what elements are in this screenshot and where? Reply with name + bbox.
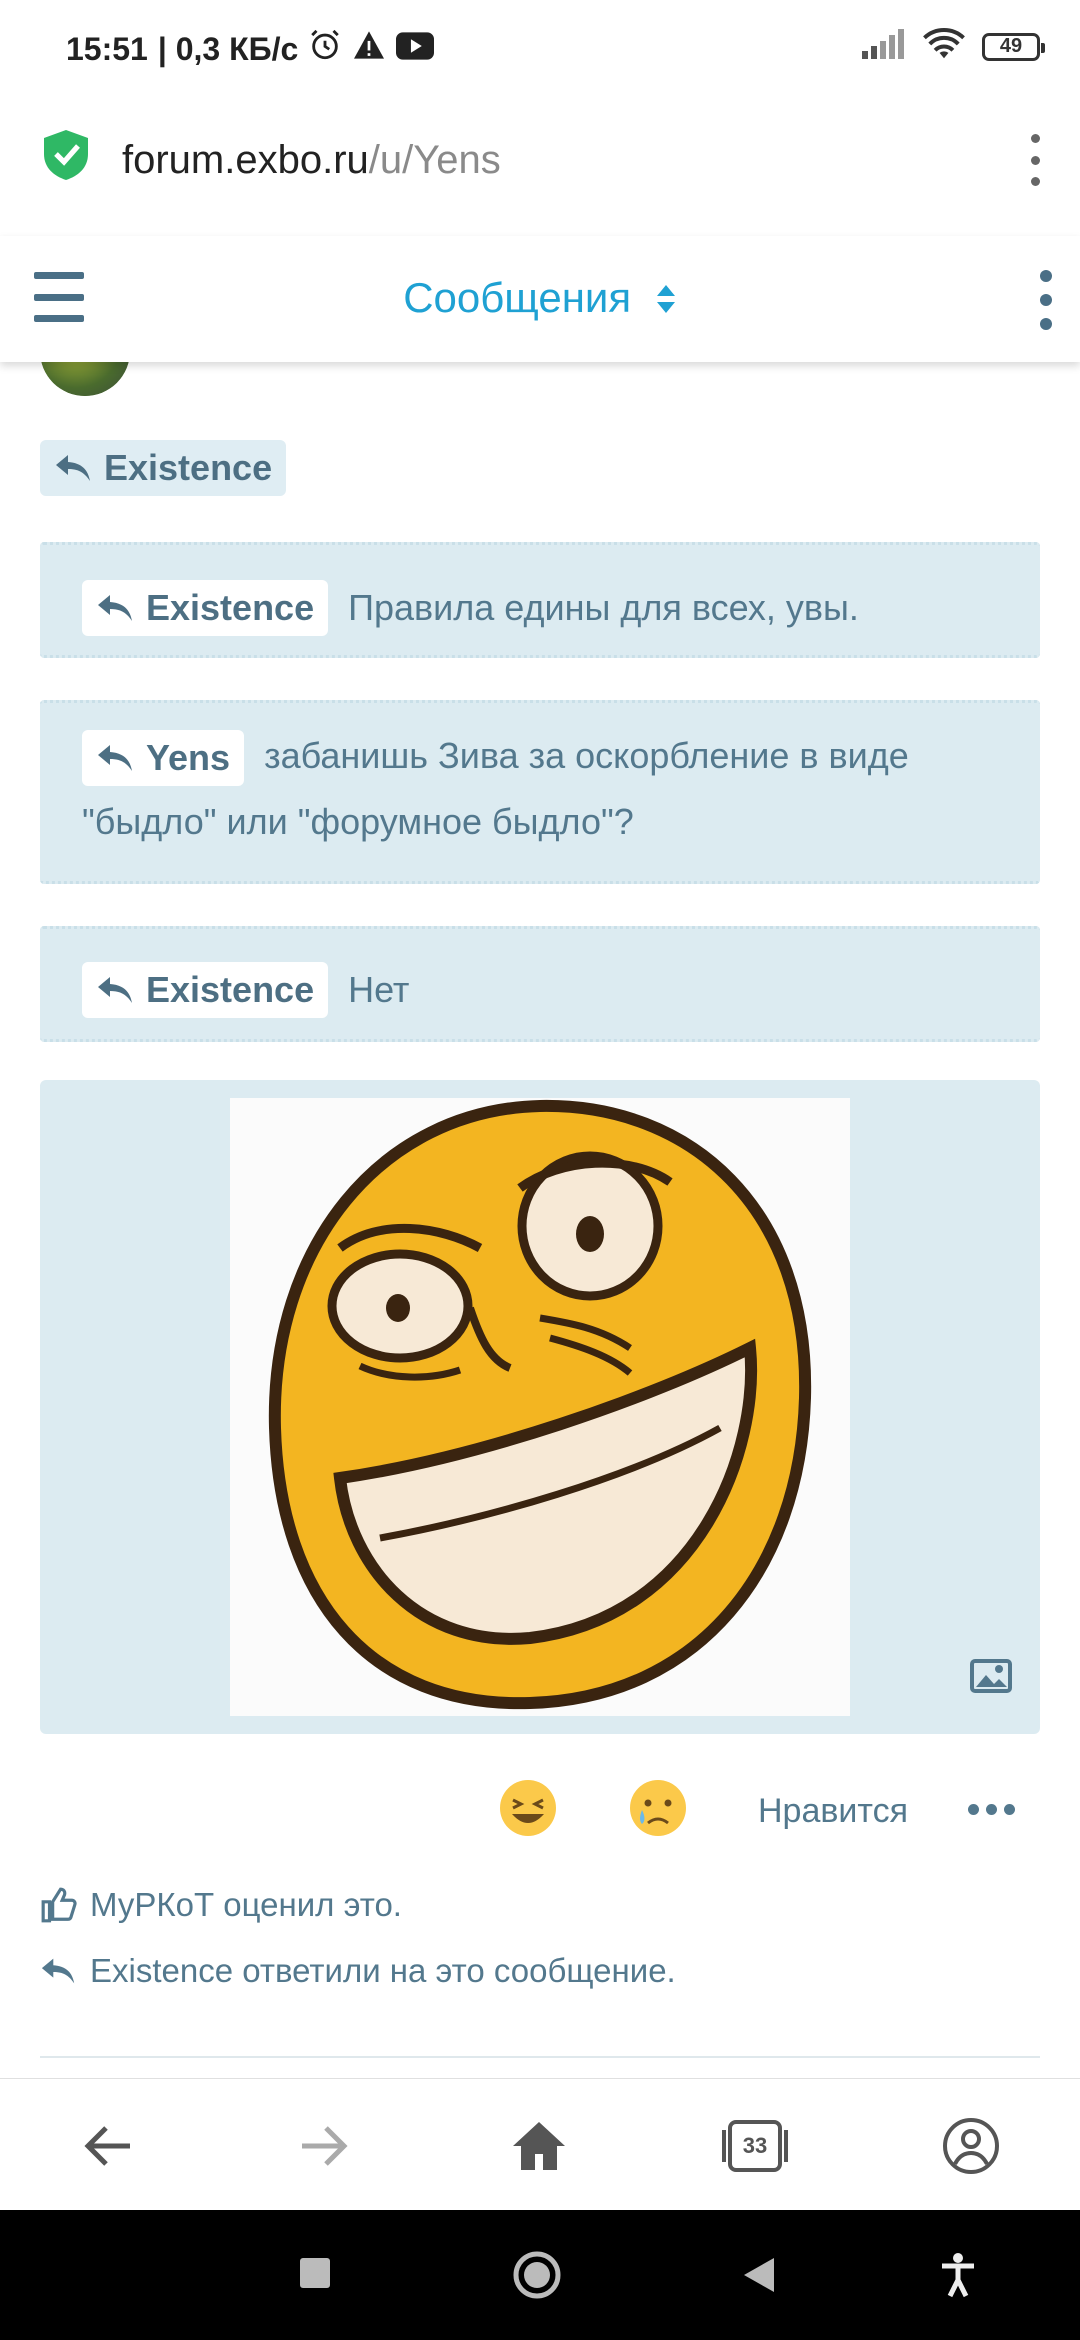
home-button[interactable] bbox=[506, 2113, 572, 2179]
reply-to-chip[interactable]: Existence bbox=[40, 440, 287, 496]
status-speed: | 0,3 КБ/с bbox=[157, 30, 299, 67]
signal-icon bbox=[862, 29, 906, 64]
quote-author: Yens bbox=[146, 737, 231, 779]
quote-paragraph: Yens забанишь Зива за оскорбление в виде… bbox=[82, 723, 1022, 855]
recents-button[interactable] bbox=[298, 2256, 332, 2295]
status-right: 49 bbox=[862, 28, 1045, 65]
status-time: 15:51 bbox=[66, 30, 148, 67]
section-title: Сообщения bbox=[403, 274, 632, 321]
square-icon bbox=[300, 2258, 330, 2288]
quote-block: Yens забанишь Зива за оскорбление в виде… bbox=[40, 700, 1040, 884]
url-path: /u/Yens bbox=[368, 138, 501, 182]
account-icon bbox=[943, 2118, 999, 2174]
quote-author-chip[interactable]: Existence bbox=[82, 962, 329, 1018]
sort-arrows-icon bbox=[655, 277, 677, 325]
reply-arrow-icon bbox=[98, 977, 132, 1003]
reply-author: Existence bbox=[104, 447, 273, 488]
replied-by-text[interactable]: Existence ответили на это сообщение. bbox=[90, 1952, 676, 1990]
arrow-left-icon bbox=[84, 2126, 130, 2166]
browser-menu-button[interactable] bbox=[1020, 130, 1050, 190]
divider bbox=[40, 2056, 1040, 2058]
thumbs-up-icon bbox=[41, 1887, 77, 1923]
quote-author: Existence bbox=[146, 969, 315, 1010]
arrow-right-icon bbox=[302, 2126, 348, 2166]
reply-arrow-icon bbox=[56, 455, 90, 481]
home-icon bbox=[513, 2122, 565, 2170]
status-left: 15:51 | 0,3 КБ/с bbox=[66, 28, 435, 70]
tabs-count: 33 bbox=[742, 2133, 768, 2158]
battery-indicator: 49 bbox=[982, 32, 1045, 61]
tabs-button[interactable]: 33 bbox=[722, 2113, 788, 2179]
triangle-back-icon bbox=[744, 2258, 774, 2292]
reply-arrow-icon bbox=[41, 1958, 75, 1984]
secure-shield-icon[interactable] bbox=[44, 130, 88, 185]
crying-emoji-icon[interactable] bbox=[628, 1778, 688, 1843]
quote-text: Правила едины для всех, увы. bbox=[348, 587, 859, 628]
browser-bottom-nav: 33 bbox=[0, 2078, 1080, 2211]
system-back-button[interactable] bbox=[742, 2256, 776, 2299]
accessibility-button[interactable] bbox=[940, 2252, 976, 2303]
browser-url-bar: forum.exbo.ru/u/Yens bbox=[0, 100, 1080, 237]
header-title[interactable]: Сообщения bbox=[0, 274, 1080, 325]
dot-icon bbox=[1030, 134, 1040, 143]
quote-author: Existence bbox=[146, 587, 315, 628]
profile-button[interactable] bbox=[938, 2113, 1004, 2179]
quote-block: Existence Нет bbox=[40, 926, 1040, 1042]
dot-icon bbox=[1030, 177, 1040, 186]
quote-text: Нет bbox=[348, 969, 410, 1010]
laughing-emoji-icon[interactable] bbox=[498, 1778, 558, 1843]
dot-icon bbox=[1030, 155, 1040, 165]
liked-by-text[interactable]: МуРКоТ оценил это. bbox=[90, 1886, 402, 1924]
quote-author-chip[interactable]: Existence bbox=[82, 580, 329, 636]
forward-button[interactable] bbox=[290, 2113, 356, 2179]
status-bar: 15:51 | 0,3 КБ/с 49 bbox=[0, 0, 1080, 100]
url-field[interactable]: forum.exbo.ru/u/Yens bbox=[122, 138, 501, 183]
youtube-icon bbox=[396, 31, 435, 68]
android-nav-bar bbox=[0, 2210, 1080, 2340]
quote-author-chip[interactable]: Yens bbox=[82, 730, 245, 787]
replied-by-line: Existence ответили на это сообщение. bbox=[40, 1952, 676, 1990]
reply-arrow-icon bbox=[98, 745, 132, 772]
reply-arrow-icon bbox=[98, 595, 132, 621]
circle-icon bbox=[513, 2251, 561, 2299]
quote-block: Existence Правила едины для всех, увы. bbox=[40, 542, 1040, 658]
warning-icon bbox=[352, 30, 386, 68]
url-domain: forum.exbo.ru bbox=[122, 138, 369, 182]
forum-header: Сообщения bbox=[0, 236, 1080, 362]
more-actions-button[interactable] bbox=[968, 1804, 1015, 1815]
header-more-button[interactable] bbox=[1036, 270, 1056, 330]
post-image-block bbox=[40, 1080, 1040, 1734]
alarm-icon bbox=[308, 28, 342, 70]
back-button[interactable] bbox=[76, 2113, 142, 2179]
post-actions: Нравится bbox=[0, 1770, 1080, 1850]
accessibility-icon bbox=[942, 2253, 974, 2298]
wifi-icon bbox=[922, 28, 966, 65]
like-button[interactable]: Нравится bbox=[758, 1792, 908, 1831]
grinning-face-image bbox=[268, 1099, 812, 1710]
liked-by-line: МуРКоТ оценил это. bbox=[40, 1886, 402, 1924]
meme-image[interactable] bbox=[230, 1098, 850, 1716]
image-icon[interactable] bbox=[970, 1659, 1012, 1698]
system-home-button[interactable] bbox=[512, 2250, 562, 2305]
